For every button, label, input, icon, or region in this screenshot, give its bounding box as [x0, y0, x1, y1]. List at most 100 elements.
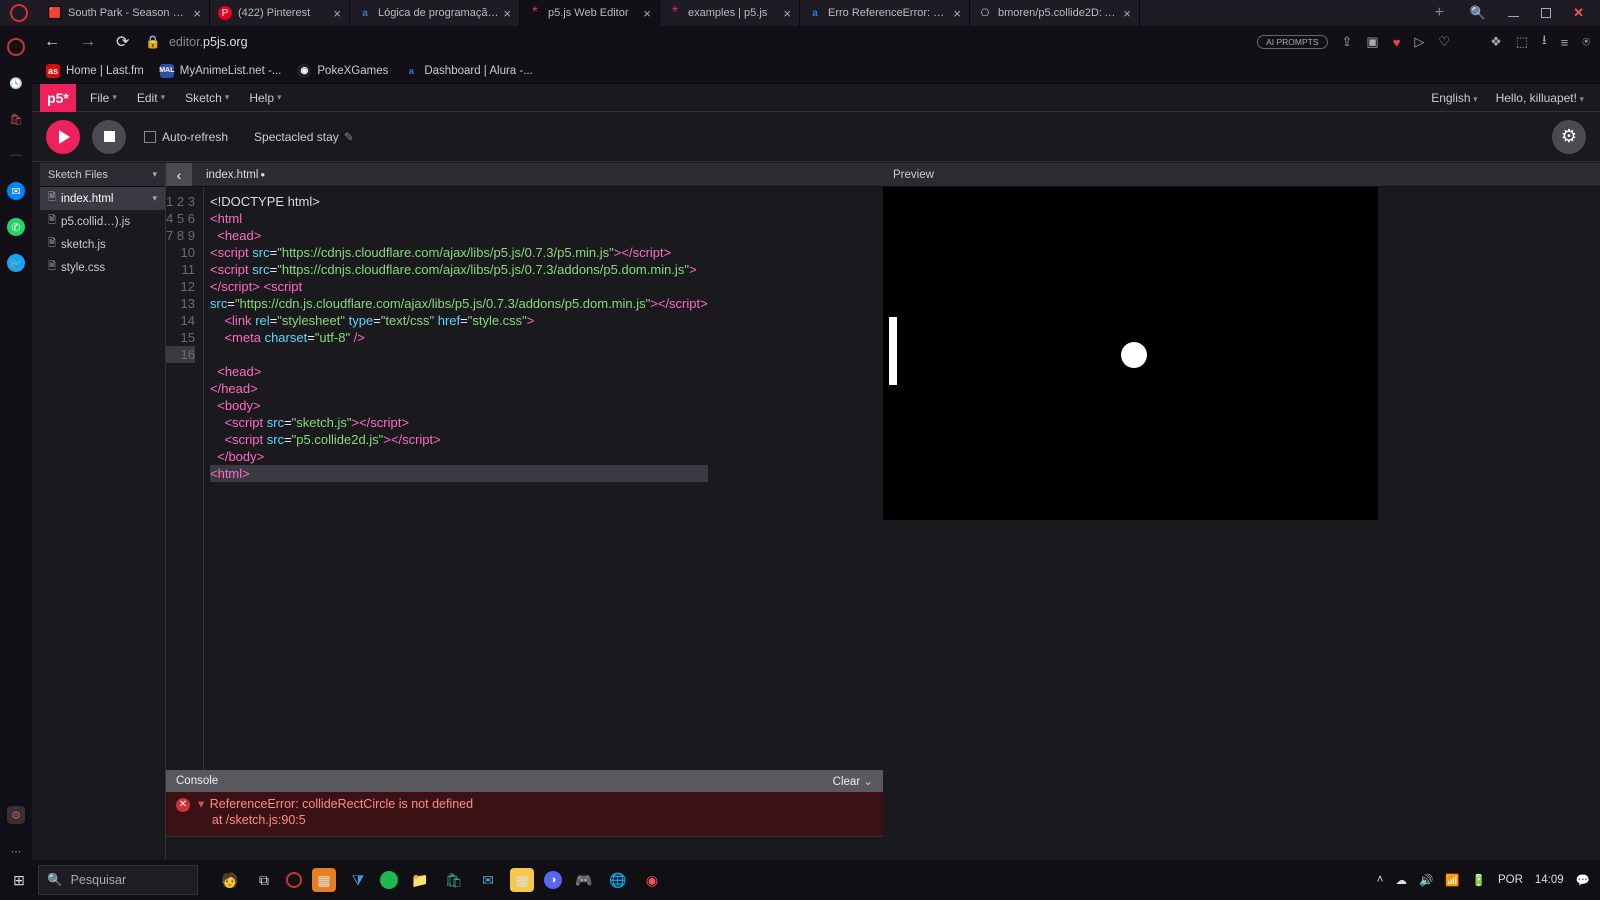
menu-help[interactable]: Help — [249, 91, 281, 105]
nav-reload-icon[interactable]: ⟳ — [112, 32, 133, 52]
bookmark-item[interactable]: MALMyAnimeList.net -... — [160, 64, 282, 78]
tray-volume-icon[interactable]: 🔊 — [1419, 873, 1433, 887]
share-icon[interactable]: ⇪ — [1342, 34, 1353, 50]
taskbar-explorer-icon[interactable]: 📁 — [408, 868, 432, 892]
dock-icon[interactable] — [7, 38, 25, 56]
cube-icon[interactable]: ⬚ — [1516, 34, 1528, 50]
files-sidebar: Sketch Files index.html▾ p5.collid…).js … — [40, 163, 166, 860]
bookmark-item[interactable]: asHome | Last.fm — [46, 64, 144, 78]
tab-close-icon[interactable]: × — [333, 6, 341, 21]
file-item[interactable]: style.css — [40, 256, 165, 279]
dock-settings-icon[interactable]: ⚙ — [7, 806, 25, 824]
taskbar-app-icon[interactable]: 🎮 — [572, 868, 596, 892]
screenshot-icon[interactable]: ▣ — [1366, 34, 1378, 50]
console-clear-button[interactable]: Clear — [833, 774, 873, 788]
window-close-icon[interactable]: ✕ — [1573, 5, 1584, 21]
play-button[interactable] — [46, 120, 80, 154]
window-maximize-icon[interactable] — [1541, 8, 1551, 18]
settings-button[interactable]: ⚙ — [1552, 120, 1586, 154]
dock-messenger-icon[interactable]: ✉ — [7, 182, 25, 200]
easysetup-icon[interactable]: ≡ — [1561, 35, 1569, 50]
dock-whatsapp-icon[interactable]: ✆ — [7, 218, 25, 236]
dock-twitter-icon[interactable]: 🐦 — [7, 254, 25, 272]
dock-more-icon[interactable]: ⋯ — [7, 842, 25, 860]
preview-canvas[interactable] — [883, 187, 1378, 520]
profile-icon[interactable]: ⍟ — [1582, 34, 1590, 50]
taskbar-app-icon[interactable]: ◉ — [640, 868, 664, 892]
nav-forward-icon[interactable]: → — [76, 33, 100, 51]
code-editor[interactable]: 1 2 3 4 5 6 7 8 9 10 11 12 13 14 15 16 <… — [166, 187, 883, 770]
browser-tab[interactable]: ⎔bmoren/p5.collide2D: A co× — [970, 0, 1140, 26]
bookmark-icon[interactable]: ♡ — [1438, 34, 1450, 50]
collapse-sidebar-button[interactable]: ‹ — [166, 163, 192, 186]
dock-cart-icon[interactable]: 🛍 — [7, 110, 25, 128]
start-button[interactable]: ⊞ — [0, 872, 38, 889]
error-icon: ✕ — [176, 798, 190, 812]
editor-file-tab[interactable]: index.html● — [192, 163, 279, 186]
taskbar-spotify-icon[interactable] — [380, 871, 398, 889]
console-error-text: ▾ ReferenceError: collideRectCircle is n… — [198, 796, 473, 828]
nav-back-icon[interactable]: ← — [40, 33, 64, 51]
p5-logo[interactable]: p5* — [40, 84, 76, 112]
play-icon[interactable]: ▷ — [1414, 34, 1424, 50]
taskbar-vscode-icon[interactable]: ⧩ — [346, 868, 370, 892]
dock-history-icon[interactable]: 🕓 — [7, 74, 25, 92]
edit-icon: ✎ — [344, 130, 354, 144]
sketch-name[interactable]: Spectacled stay✎ — [254, 130, 354, 144]
new-tab-button[interactable]: + — [1425, 0, 1454, 26]
taskbar-search[interactable]: 🔍Pesquisar — [38, 865, 198, 895]
language-selector[interactable]: English — [1431, 91, 1477, 105]
tab-close-icon[interactable]: × — [1123, 6, 1131, 21]
ai-prompts-badge[interactable]: AI PROMPTS — [1257, 35, 1327, 49]
taskbar-app-icon[interactable]: ▦ — [510, 868, 534, 892]
browser-tab[interactable]: aErro ReferenceError: collide× — [800, 0, 970, 26]
tray-battery-icon[interactable]: 🔋 — [1472, 873, 1486, 887]
console-input[interactable] — [166, 836, 883, 860]
tab-close-icon[interactable]: × — [503, 6, 511, 21]
browser-tab[interactable]: aLógica de programação: co× — [350, 0, 520, 26]
taskbar-app-icon[interactable]: ▦ — [312, 868, 336, 892]
browser-tab[interactable]: *examples | p5.js× — [660, 0, 800, 26]
file-item-active[interactable]: index.html▾ — [40, 187, 165, 210]
taskbar-mail-icon[interactable]: ✉ — [476, 868, 500, 892]
menu-file[interactable]: File — [90, 91, 117, 105]
file-name: index.html — [61, 193, 113, 205]
taskbar-cortana-icon[interactable]: 🧑 — [218, 868, 242, 892]
bookmark-item[interactable]: ◉PokeXGames — [297, 64, 388, 78]
stop-button[interactable] — [92, 120, 126, 154]
user-greeting[interactable]: Hello, killuapet! — [1496, 91, 1584, 105]
tray-notifications-icon[interactable]: 💬 — [1576, 873, 1590, 887]
window-minimize-icon[interactable] — [1508, 16, 1519, 17]
files-header[interactable]: Sketch Files — [40, 163, 165, 187]
tab-close-icon[interactable]: × — [783, 6, 791, 21]
tray-clock[interactable]: 14:09 — [1535, 874, 1564, 886]
editor-tabrow: ‹ index.html● — [166, 163, 883, 187]
file-item[interactable]: sketch.js — [40, 233, 165, 256]
tab-close-icon[interactable]: × — [193, 6, 201, 21]
taskbar-taskview-icon[interactable]: ⧉ — [252, 868, 276, 892]
extension-icon[interactable]: ❖ — [1490, 34, 1502, 50]
file-item[interactable]: p5.collid…).js — [40, 210, 165, 233]
tab-close-icon[interactable]: × — [643, 6, 651, 21]
browser-tab[interactable]: P(422) Pinterest× — [210, 0, 350, 26]
console-body: ✕ ▾ ReferenceError: collideRectCircle is… — [166, 792, 883, 836]
adblock-icon[interactable]: ♥ — [1393, 35, 1401, 50]
tray-wifi-icon[interactable]: 📶 — [1445, 873, 1459, 887]
taskbar-discord-icon[interactable]: ◑ — [544, 871, 562, 889]
url-field[interactable]: 🔒 editor.p5js.org — [145, 35, 1245, 50]
taskbar-store-icon[interactable]: 🛍 — [442, 868, 466, 892]
tray-language[interactable]: POR — [1498, 874, 1523, 886]
browser-tab[interactable]: 🟥South Park - Season 3, Ep.× — [40, 0, 210, 26]
menu-edit[interactable]: Edit — [137, 91, 165, 105]
tab-close-icon[interactable]: × — [953, 6, 961, 21]
browser-tab-active[interactable]: *p5.js Web Editor× — [520, 0, 660, 26]
tray-chevron-icon[interactable]: ˄ — [1377, 874, 1384, 886]
menu-sketch[interactable]: Sketch — [185, 91, 229, 105]
download-icon[interactable]: ⭳ — [1542, 31, 1547, 53]
bookmark-item[interactable]: aDashboard | Alura -... — [404, 64, 532, 78]
taskbar-chrome-icon[interactable]: 🌐 — [606, 868, 630, 892]
taskbar-opera-icon[interactable] — [286, 872, 302, 888]
tray-onedrive-icon[interactable]: ☁ — [1395, 873, 1407, 887]
browser-search-icon[interactable]: 🔍 — [1470, 5, 1486, 21]
autorefresh-checkbox[interactable]: Auto-refresh — [144, 130, 228, 144]
